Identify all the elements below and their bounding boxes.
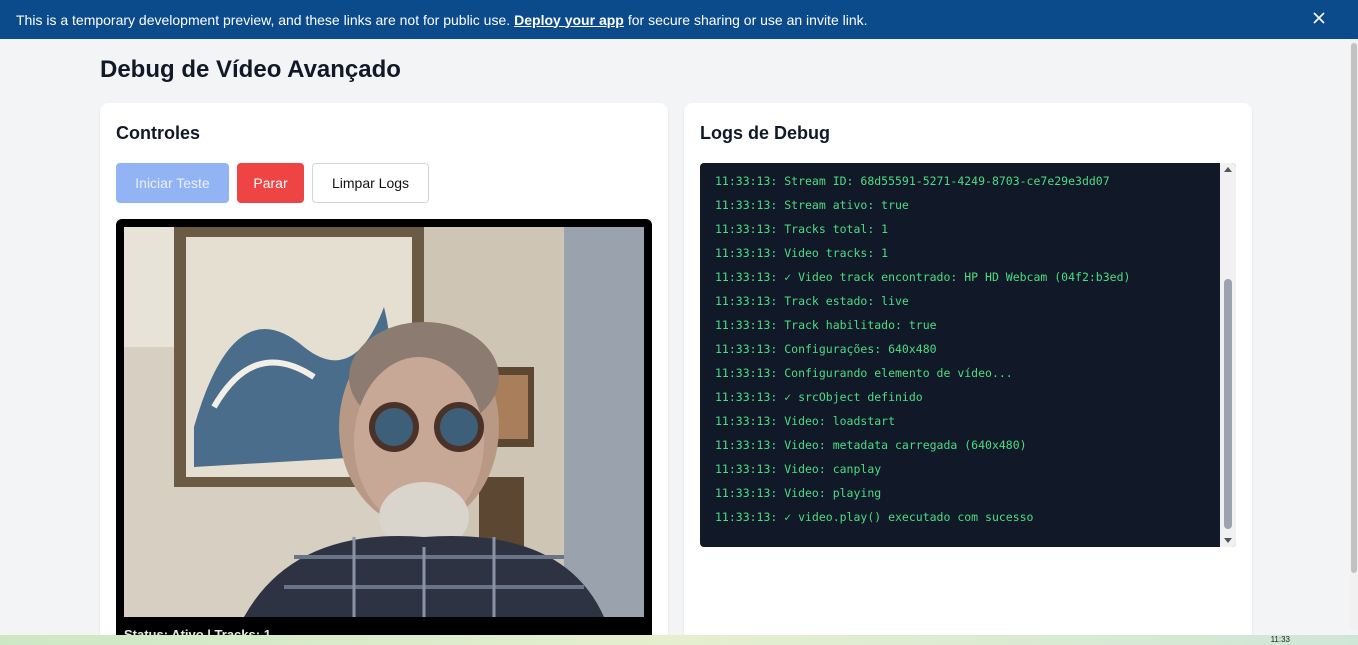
log-line: 11:33:13: Video: canplay (715, 462, 882, 476)
controls-title: Controles (116, 123, 201, 143)
log-console[interactable]: 11:33:13: Stream ID: 68d55591-5271-4249-… (700, 163, 1236, 547)
preview-banner: This is a temporary development preview,… (0, 0, 1358, 39)
log-line: 11:33:13: Stream ativo: true (715, 198, 909, 212)
log-scroll-thumb[interactable] (1224, 279, 1232, 529)
log-line: 11:33:13: Video: loadstart (715, 414, 896, 428)
log-line: 11:33:13: Video: metadata carregada (640… (715, 438, 1027, 452)
log-line: 11:33:13: Video: playing (715, 486, 882, 500)
log-line: 11:33:13: Track estado: live (715, 294, 909, 308)
log-scrollbar[interactable] (1220, 163, 1236, 547)
log-line: 11:33:13: Tracks total: 1 (715, 222, 889, 236)
webcam-video[interactable] (124, 227, 644, 617)
log-line: 11:33:13: Stream ID: 68d55591-5271-4249-… (715, 174, 1110, 188)
stop-button[interactable]: Parar (237, 163, 304, 203)
scroll-down-icon[interactable] (1224, 538, 1232, 543)
scroll-up-icon[interactable] (1224, 167, 1232, 172)
taskbar-clock: 11:33 (1270, 635, 1290, 644)
logs-title: Logs de Debug (700, 123, 830, 143)
log-line: 11:33:13: Configurações: 640x480 (715, 342, 937, 356)
log-line: 11:33:13: ✓ srcObject definido (715, 390, 923, 404)
log-lines: 11:33:13: Stream ID: 68d55591-5271-4249-… (715, 173, 1130, 533)
log-line: 11:33:13: ✓ video.play() executado com s… (715, 510, 1034, 524)
log-line: 11:33:13: ✓ Video track encontrado: HP H… (715, 270, 1131, 284)
page-scroll-thumb[interactable] (1351, 43, 1357, 573)
video-container: Status: Ativo | Tracks: 1 (116, 219, 652, 645)
log-line: 11:33:13: Configurando elemento de vídeo… (715, 366, 1013, 380)
page-scrollbar[interactable] (1350, 39, 1358, 629)
close-icon[interactable] (1310, 9, 1328, 27)
clear-logs-button[interactable]: Limpar Logs (312, 163, 429, 203)
page-title: Debug de Vídeo Avançado (100, 56, 401, 83)
banner-text-after: for secure sharing or use an invite link… (627, 11, 868, 28)
log-line: 11:33:13: Video tracks: 1 (715, 246, 889, 260)
log-line: 11:33:13: Track habilitado: true (715, 318, 937, 332)
logs-card: Logs de Debug 11:33:13: Stream ID: 68d55… (684, 103, 1252, 645)
deploy-app-link[interactable]: Deploy your app (514, 12, 624, 28)
banner-text-before: This is a temporary development preview,… (16, 11, 511, 28)
controls-card: Controles Iniciar Teste Parar Limpar Log… (100, 103, 668, 645)
taskbar: 11:33 (0, 635, 1358, 645)
start-test-button[interactable]: Iniciar Teste (116, 163, 229, 203)
